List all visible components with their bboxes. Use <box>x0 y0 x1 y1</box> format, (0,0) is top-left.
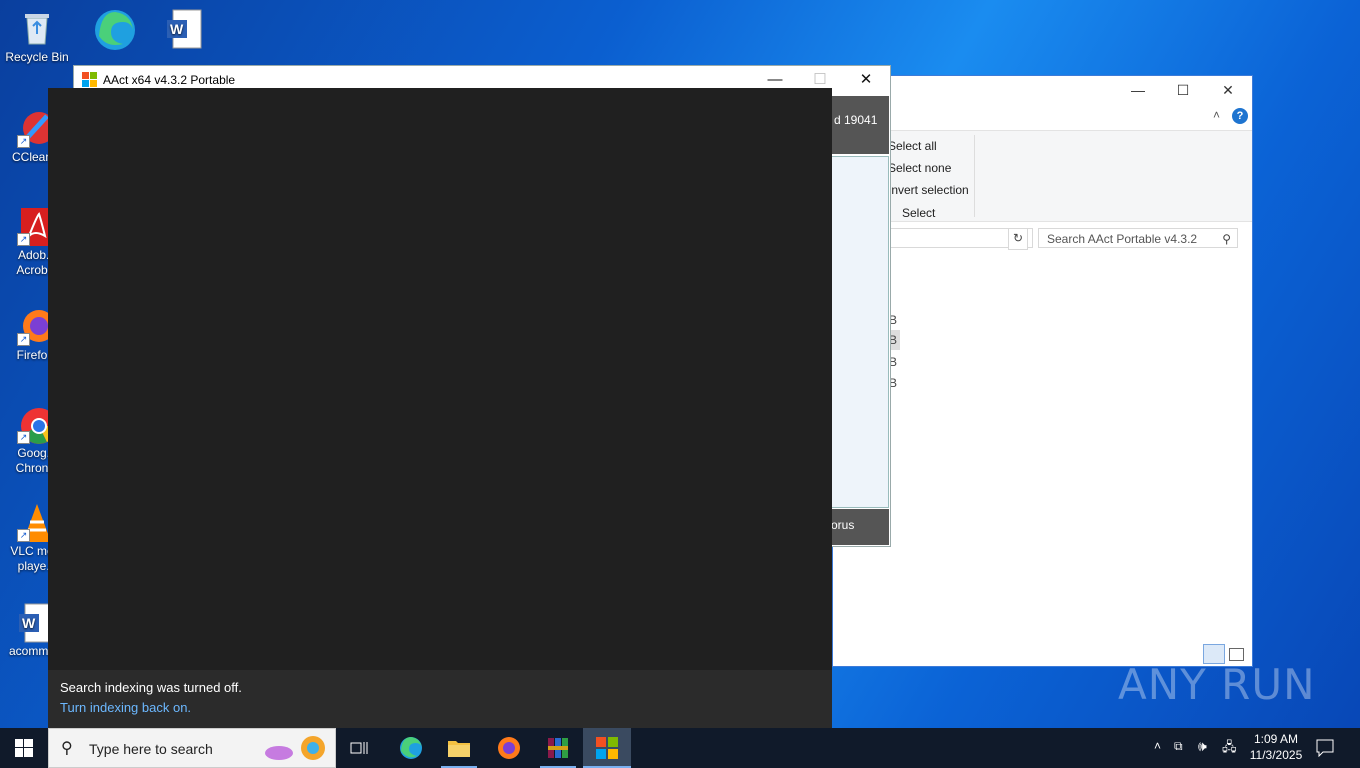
aact-footer-bar: orus <box>831 509 889 545</box>
shortcut-arrow-icon: ↗ <box>17 135 30 148</box>
taskbar-aact-button[interactable] <box>583 728 631 768</box>
taskbar-explorer-button[interactable] <box>435 728 483 768</box>
select-none-button[interactable]: Select none <box>888 161 951 175</box>
turn-indexing-on-link[interactable]: Turn indexing back on. <box>60 700 191 715</box>
taskbar-search-placeholder: Type here to search <box>89 741 213 757</box>
refresh-icon[interactable]: ↻ <box>1008 228 1028 250</box>
search-input[interactable]: Search AAct Portable v4.3.2 ⚲ <box>1038 228 1238 248</box>
search-icon: ⚲ <box>1222 232 1231 246</box>
notification-center-button[interactable] <box>1316 728 1340 768</box>
indexing-notice: Search indexing was turned off. Turn ind… <box>48 670 832 728</box>
taskbar-firefox-button[interactable] <box>485 728 533 768</box>
word-icon: W <box>165 8 205 49</box>
close-button[interactable]: ✕ <box>843 66 889 94</box>
search-panel: Search indexing was turned off. Turn ind… <box>48 88 832 728</box>
chevron-up-icon: ˄ <box>1154 739 1162 753</box>
app-logo-icon <box>82 72 98 88</box>
select-all-button[interactable]: Select all <box>888 139 937 153</box>
taskbar: ⚲ Type here to search ˄ ⧉ 🕪 🖧 1:09 AM 11… <box>0 728 1360 768</box>
windows-logo-icon <box>15 739 33 757</box>
start-button[interactable] <box>0 728 48 768</box>
network-icon[interactable]: 🖧 <box>1222 728 1240 768</box>
aact-content-panel <box>831 156 889 508</box>
desktop-icon-label: Recycle Bin <box>5 50 69 64</box>
edge-icon <box>93 8 135 50</box>
ribbon-group-label: Select <box>902 206 936 220</box>
search-highlight-icon <box>259 733 333 763</box>
watermark: ANY RUN <box>1118 660 1316 709</box>
maximize-button[interactable]: ☐ <box>1160 76 1206 104</box>
shortcut-arrow-icon: ↗ <box>17 333 30 346</box>
desktop-icon-recycle-bin[interactable]: Recycle Bin <box>4 8 70 65</box>
clock[interactable]: 1:09 AM 11/3/2025 <box>1248 728 1304 768</box>
aact-icon <box>596 737 618 759</box>
desktop-icon-word-doc[interactable]: W <box>152 8 218 50</box>
ribbon: Select all Select none Invert selection … <box>833 130 1252 222</box>
invert-selection-button[interactable]: Invert selection <box>888 183 969 197</box>
indexing-notice-text: Search indexing was turned off. <box>60 680 242 695</box>
search-icon: ⚲ <box>61 740 73 757</box>
clock-time: 1:09 AM <box>1253 732 1299 746</box>
help-icon[interactable]: ? <box>1232 108 1248 124</box>
shortcut-arrow-icon: ↗ <box>17 233 30 246</box>
taskbar-search-box[interactable]: ⚲ Type here to search <box>48 728 336 768</box>
ribbon-collapse-icon[interactable]: ˄ <box>1213 108 1220 122</box>
firefox-icon <box>498 737 520 759</box>
search-placeholder: Search AAct Portable v4.3.2 <box>1047 232 1198 246</box>
desktop-icon-edge[interactable] <box>80 8 146 50</box>
volume-icon[interactable]: 🕪 <box>1198 728 1216 768</box>
task-view-button[interactable] <box>336 728 384 768</box>
shortcut-arrow-icon: ↗ <box>17 431 30 444</box>
close-button[interactable]: ✕ <box>1205 76 1251 104</box>
taskbar-winrar-button[interactable] <box>534 728 582 768</box>
explorer-window: — ☐ ✕ ˄ ? Select all Select none Invert … <box>832 75 1253 667</box>
meet-now-icon[interactable]: ⧉ <box>1174 728 1192 768</box>
edge-icon <box>400 737 422 759</box>
recycle-bin-icon <box>17 8 57 48</box>
taskbar-edge-button[interactable] <box>387 728 435 768</box>
window-title: AAct x64 v4.3.2 Portable <box>103 73 236 87</box>
build-info-bar: d 19041 <box>831 96 889 154</box>
shortcut-arrow-icon: ↗ <box>17 529 30 542</box>
clock-date: 11/3/2025 <box>1249 748 1303 762</box>
build-text: d 19041 <box>834 113 878 127</box>
winrar-icon <box>548 738 568 758</box>
show-hidden-icons-button[interactable]: ˄ <box>1150 728 1170 768</box>
folder-icon <box>448 741 470 757</box>
minimize-button[interactable]: — <box>1115 76 1161 104</box>
svg-text:W: W <box>22 615 36 631</box>
svg-text:W: W <box>170 21 184 37</box>
notification-icon <box>1316 739 1334 757</box>
footer-text: orus <box>831 518 855 532</box>
task-view-icon <box>350 742 368 754</box>
